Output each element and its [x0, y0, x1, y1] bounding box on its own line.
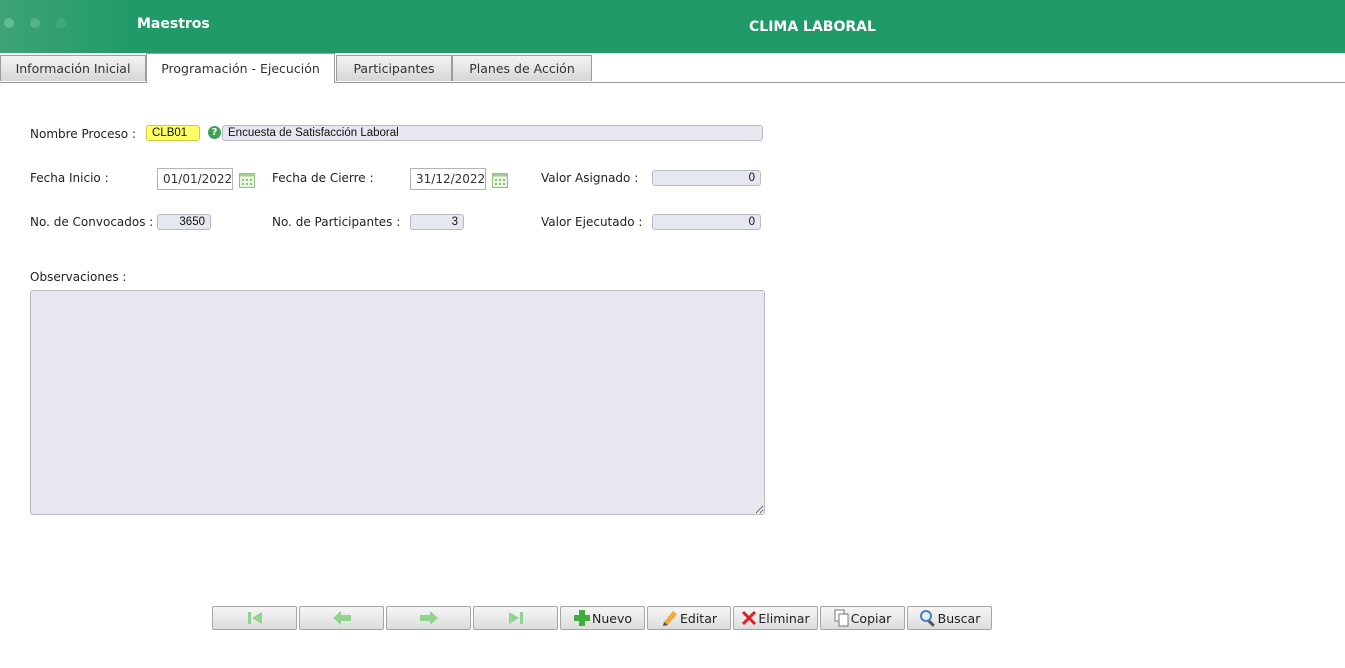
previous-record-button[interactable] — [299, 606, 384, 630]
arrow-right-icon — [419, 611, 438, 625]
buscar-label: Buscar — [937, 610, 981, 626]
nombre-proceso-label: Nombre Proceso : — [30, 127, 136, 141]
dot-icon — [56, 18, 66, 28]
valor-ejecutado-field[interactable]: 0 — [652, 214, 761, 230]
eliminar-label: Eliminar — [758, 610, 810, 626]
calendar-icon[interactable] — [239, 172, 255, 188]
tab-informacion-inicial[interactable]: Información Inicial — [0, 55, 146, 81]
tab-programacion-ejecucion[interactable]: Programación - Ejecución — [146, 53, 335, 83]
tab-bar: Información Inicial Programación - Ejecu… — [0, 53, 1345, 83]
fecha-inicio-input[interactable]: 01/01/2022 — [157, 168, 233, 190]
proceso-code-field[interactable]: CLB01 — [146, 125, 200, 141]
nuevo-button[interactable]: Nuevo — [560, 606, 645, 630]
plus-icon — [573, 610, 590, 626]
tab-planes-de-accion[interactable]: Planes de Acción — [452, 55, 592, 81]
first-icon — [247, 612, 262, 624]
participantes-label: No. de Participantes : — [272, 215, 401, 229]
help-icon[interactable]: ? — [208, 126, 221, 139]
arrow-left-icon — [332, 611, 351, 625]
convocados-field[interactable]: 3650 — [157, 214, 211, 230]
dot-icon — [4, 18, 14, 28]
pencil-icon — [662, 611, 677, 626]
nuevo-label: Nuevo — [591, 610, 632, 626]
observaciones-textarea[interactable] — [30, 290, 765, 515]
delete-x-icon — [742, 610, 757, 626]
page-title: CLIMA LABORAL — [749, 19, 876, 35]
editar-button[interactable]: Editar — [647, 606, 731, 630]
copiar-label: Copiar — [850, 610, 892, 626]
next-record-button[interactable] — [386, 606, 471, 630]
fecha-inicio-label: Fecha Inicio : — [30, 171, 109, 185]
fecha-cierre-label: Fecha de Cierre : — [272, 171, 374, 185]
app-header: Maestros CLIMA LABORAL — [0, 0, 1345, 53]
eliminar-button[interactable]: Eliminar — [733, 606, 818, 630]
observaciones-label: Observaciones : — [30, 270, 127, 284]
copy-icon — [834, 609, 849, 627]
last-record-button[interactable] — [473, 606, 558, 630]
search-icon — [919, 610, 935, 627]
copiar-button[interactable]: Copiar — [820, 606, 905, 630]
valor-ejecutado-label: Valor Ejecutado : — [541, 215, 643, 229]
module-title: Maestros — [137, 16, 210, 32]
editar-label: Editar — [679, 610, 717, 626]
valor-asignado-field[interactable]: 0 — [652, 170, 761, 186]
dot-icon — [30, 18, 40, 28]
first-record-button[interactable] — [212, 606, 297, 630]
participantes-field[interactable]: 3 — [410, 214, 464, 230]
convocados-label: No. de Convocados : — [30, 215, 154, 229]
calendar-icon[interactable] — [492, 172, 508, 188]
tab-participantes[interactable]: Participantes — [336, 55, 452, 81]
buscar-button[interactable]: Buscar — [907, 606, 992, 630]
last-icon — [508, 612, 523, 624]
valor-asignado-label: Valor Asignado : — [541, 171, 639, 185]
proceso-description-field[interactable]: Encuesta de Satisfacción Laboral — [222, 125, 763, 141]
window-dots — [4, 18, 66, 28]
fecha-cierre-input[interactable]: 31/12/2022 — [410, 168, 486, 190]
